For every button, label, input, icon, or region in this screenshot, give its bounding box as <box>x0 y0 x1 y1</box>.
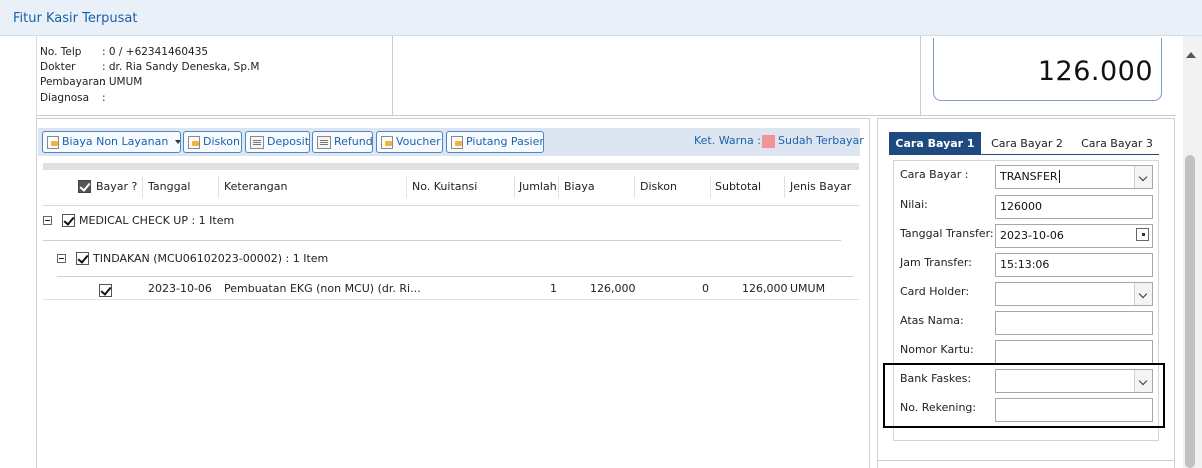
edit-doc-icon <box>381 135 393 149</box>
jam-transfer-input[interactable]: 15:13:06 <box>995 253 1153 277</box>
info-row-payment: Pembayaran: UMUM <box>40 76 143 88</box>
jam-transfer-label: Jam Transfer: <box>900 256 972 269</box>
group-checkbox[interactable] <box>76 252 89 265</box>
legend-paid-swatch <box>762 135 775 148</box>
chevron-down-icon[interactable] <box>1134 283 1152 305</box>
total-amount: 126.000 <box>1037 56 1153 87</box>
cell-jenis-bayar: UMUM <box>790 282 826 295</box>
info-row-doctor: Dokter: dr. Ria Sandy Deneska, Sp.M <box>40 61 260 73</box>
card-holder-select[interactable] <box>995 282 1153 306</box>
col-bayar[interactable]: Bayar ? <box>96 180 137 193</box>
nilai-input[interactable]: 126000 <box>995 195 1153 219</box>
edit-doc-icon <box>47 135 59 149</box>
cell-keterangan: Pembuatan EKG (non MCU) (dr. Ri... <box>224 282 421 295</box>
calendar-icon[interactable] <box>1136 228 1149 241</box>
cara-bayar-label: Cara Bayar : <box>900 168 969 181</box>
legend-label: Ket. Warna : <box>694 134 761 147</box>
nomor-kartu-label: Nomor Kartu: <box>900 343 974 356</box>
collapse-icon[interactable] <box>43 216 52 225</box>
info-row-diagnosis: Diagnosa: <box>40 92 106 104</box>
cara-bayar-select[interactable]: TRANSFER <box>995 165 1153 189</box>
nilai-label: Nilai: <box>900 198 928 211</box>
tanggal-transfer-label: Tanggal Transfer: <box>900 227 994 240</box>
caret-down-icon <box>175 140 180 144</box>
title-bar: Fitur Kasir Terpusat <box>0 0 1202 36</box>
cell-diskon: 0 <box>702 282 709 295</box>
cell-jumlah: 1 <box>550 282 557 295</box>
edit-doc-icon <box>451 135 463 149</box>
tab-cara-bayar-1[interactable]: Cara Bayar 1 <box>889 132 981 155</box>
info-row-phone: No. Telp: 0 / +62341460435 <box>40 46 209 58</box>
col-subtotal[interactable]: Subtotal <box>715 180 761 193</box>
card-holder-label: Card Holder: <box>900 285 970 298</box>
middle-panel <box>393 36 921 116</box>
refund-button[interactable]: Refund <box>312 131 373 153</box>
row-checkbox[interactable] <box>99 283 112 297</box>
scroll-up-icon[interactable] <box>1186 52 1196 58</box>
col-jumlah[interactable]: Jumlah <box>519 180 557 193</box>
deposit-button[interactable]: Deposit <box>245 131 310 153</box>
group-tindakan: TINDAKAN (MCU06102023-00002) : 1 Item <box>57 252 328 265</box>
group-checkbox[interactable] <box>62 214 75 227</box>
col-biaya[interactable]: Biaya <box>564 180 595 193</box>
cell-tanggal: 2023-10-06 <box>148 282 212 295</box>
legend-paid-text: Sudah Terbayar <box>778 134 864 147</box>
tanggal-transfer-input[interactable]: 2023-10-06 <box>995 224 1153 248</box>
ledger-icon <box>317 135 331 149</box>
col-diskon[interactable]: Diskon <box>640 180 677 193</box>
chevron-down-icon[interactable] <box>1134 166 1152 188</box>
cell-subtotal: 126,000 <box>742 282 788 295</box>
col-tanggal[interactable]: Tanggal <box>148 180 190 193</box>
ledger-icon <box>250 135 264 149</box>
atas-nama-input[interactable] <box>995 311 1153 335</box>
total-amount-box: 126.000 <box>933 38 1162 101</box>
voucher-button[interactable]: Voucher <box>376 131 443 153</box>
collapse-icon[interactable] <box>57 254 66 263</box>
group-medical-check-up: MEDICAL CHECK UP : 1 Item <box>43 214 234 227</box>
highlight-box <box>883 363 1165 428</box>
diskon-button[interactable]: Diskon <box>183 131 242 153</box>
cell-biaya: 126,000 <box>590 282 636 295</box>
piutang-pasien-button[interactable]: Piutang Pasien <box>446 131 544 153</box>
edit-doc-icon <box>188 135 200 149</box>
col-jenis-bayar[interactable]: Jenis Bayar <box>790 180 851 193</box>
biaya-non-layanan-button[interactable]: Biaya Non Layanan <box>42 131 181 153</box>
grid-header-strip <box>43 163 859 170</box>
window-title: Fitur Kasir Terpusat <box>13 11 138 26</box>
nomor-kartu-input[interactable] <box>995 340 1153 364</box>
scrollbar-thumb[interactable] <box>1185 155 1195 468</box>
tab-cara-bayar-2[interactable]: Cara Bayar 2 <box>985 132 1069 155</box>
select-all-checkbox[interactable] <box>78 179 91 193</box>
patient-info: No. Telp: 0 / +62341460435 Dokter: dr. R… <box>36 36 393 116</box>
col-keterangan[interactable]: Keterangan <box>224 180 287 193</box>
atas-nama-label: Atas Nama: <box>900 314 964 327</box>
tab-cara-bayar-3[interactable]: Cara Bayar 3 <box>1075 132 1159 155</box>
col-no-kuitansi[interactable]: No. Kuitansi <box>412 180 477 193</box>
